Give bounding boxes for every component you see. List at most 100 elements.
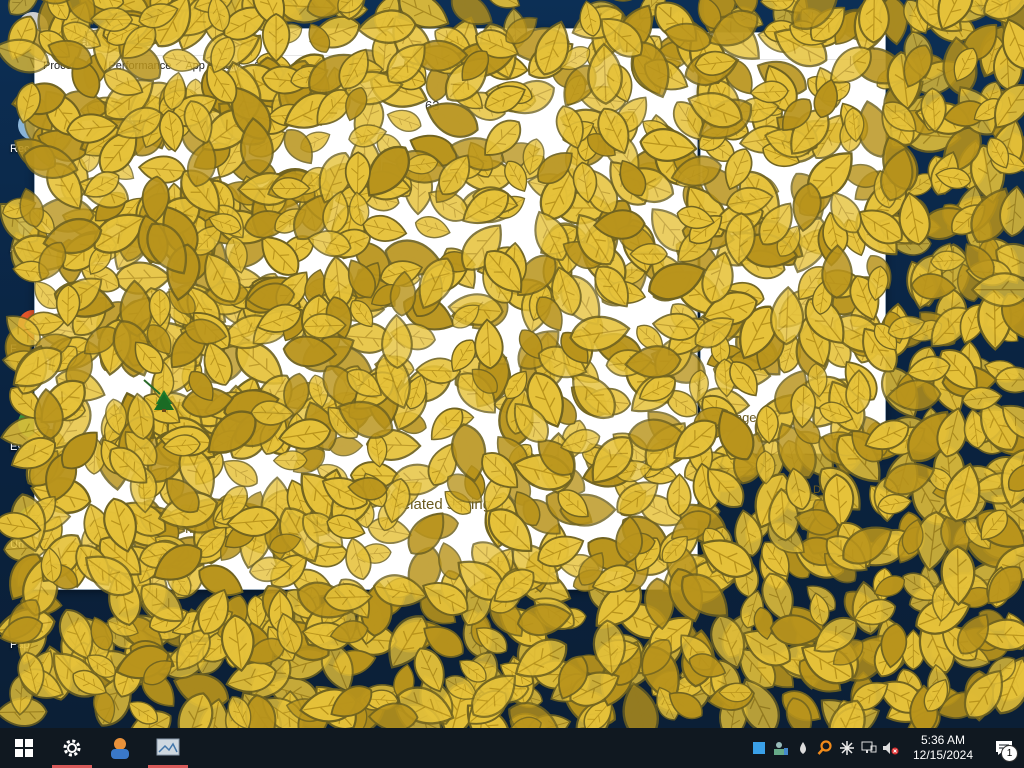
volume-muted-icon[interactable] <box>880 728 902 768</box>
leaf <box>533 607 566 629</box>
leaf <box>175 629 211 671</box>
leaf <box>702 469 742 493</box>
leaf <box>257 613 295 647</box>
tab-processes[interactable]: Processes <box>43 60 94 72</box>
leaf <box>914 101 971 135</box>
tab-performance[interactable]: Performance <box>108 60 171 72</box>
leaf <box>847 541 881 563</box>
leaf <box>1008 131 1024 173</box>
search-magnifier-icon[interactable] <box>814 728 836 768</box>
leaf <box>419 595 457 625</box>
leaf <box>956 263 982 302</box>
leaf <box>156 611 190 648</box>
leaf <box>297 694 330 728</box>
leaf <box>851 580 884 636</box>
leaf <box>533 659 586 690</box>
taskbar-settings-button[interactable] <box>48 728 96 768</box>
leaf <box>936 407 968 458</box>
leaf <box>148 607 189 633</box>
leaf <box>125 645 168 671</box>
leaf <box>202 629 239 663</box>
related-settings-link[interactable]: Related settings <box>391 496 499 513</box>
leaf <box>983 0 1024 20</box>
mouse-settings-link[interactable]: Mouse settings <box>185 520 279 536</box>
asterisk-icon[interactable] <box>836 728 858 768</box>
leaf <box>909 254 944 310</box>
leaf <box>611 640 643 686</box>
leaf <box>281 603 336 640</box>
leaf <box>594 639 641 667</box>
leaf <box>39 645 73 701</box>
leaf <box>901 117 962 153</box>
window-title: Task Manager <box>43 35 119 49</box>
task-manager-window[interactable]: Task Manager ✕ Processes Performance App… <box>34 28 698 590</box>
leaf <box>330 598 357 641</box>
leaf <box>196 634 226 675</box>
leaf <box>991 318 1019 343</box>
leaf <box>991 494 1024 532</box>
leaf <box>516 626 553 689</box>
leaf <box>937 691 980 719</box>
leaf <box>198 697 230 728</box>
secondary-window[interactable]: ✕ Change Desktop Drives <box>700 32 886 496</box>
leaf <box>220 614 255 673</box>
window-titlebar[interactable]: Task Manager ✕ <box>35 29 697 56</box>
leaf <box>932 444 966 501</box>
leaf <box>238 590 289 635</box>
drives-label: Drives <box>813 484 845 496</box>
leaf <box>197 588 230 635</box>
leaf <box>911 474 950 526</box>
leaf <box>942 203 970 234</box>
leaf <box>413 647 445 693</box>
leaf <box>843 590 879 628</box>
leaf <box>641 639 673 677</box>
water-drop-icon[interactable] <box>792 728 814 768</box>
action-center-button[interactable]: 1 <box>984 728 1024 768</box>
leaf <box>961 529 1018 569</box>
desktop-icon-label: Pap <box>10 639 30 651</box>
leaf <box>956 184 984 231</box>
close-icon[interactable]: ✕ <box>677 29 689 55</box>
taskbar-people-button[interactable] <box>96 728 144 768</box>
leaf <box>942 36 978 97</box>
leaf <box>977 236 1000 274</box>
leaf <box>440 680 477 728</box>
tab-app-history[interactable]: App history <box>185 60 240 72</box>
window-titlebar[interactable]: ✕ <box>701 33 885 60</box>
leaf <box>190 605 245 638</box>
leaf <box>853 598 897 626</box>
leaf <box>934 572 991 605</box>
leaf <box>118 0 174 16</box>
leaf <box>533 597 575 630</box>
start-button[interactable] <box>0 728 48 768</box>
leaf <box>320 642 354 693</box>
desktop-icon-paper[interactable]: Pap <box>2 606 48 651</box>
leaf <box>757 654 795 689</box>
tab-startup[interactable]: Startup <box>254 60 289 72</box>
leaf <box>183 608 212 655</box>
leaf <box>944 462 981 523</box>
leaf <box>818 543 865 570</box>
leaf <box>885 689 936 723</box>
leaf <box>969 144 1006 204</box>
leaf <box>672 674 709 698</box>
user-network-icon[interactable] <box>770 728 792 768</box>
leaf <box>268 589 294 634</box>
leaf <box>702 527 728 559</box>
taskbar-clock[interactable]: 5:36 AM 12/15/2024 <box>908 733 978 763</box>
leaf <box>265 0 303 23</box>
blue-square-icon[interactable] <box>748 728 770 768</box>
leaf <box>603 0 641 2</box>
value-text: 63 <box>425 98 440 113</box>
leaf <box>169 0 217 12</box>
leaf <box>795 621 818 656</box>
close-icon[interactable]: ✕ <box>865 33 877 59</box>
leaf <box>78 0 123 21</box>
leaf <box>710 659 742 711</box>
leaf <box>984 301 1024 330</box>
taskbar: 5:36 AM 12/15/2024 1 <box>0 728 1024 768</box>
windows-start-icon <box>15 739 33 757</box>
taskbar-screenshot-button[interactable] <box>144 728 192 768</box>
leaf <box>489 596 524 637</box>
network-icon[interactable] <box>858 728 880 768</box>
